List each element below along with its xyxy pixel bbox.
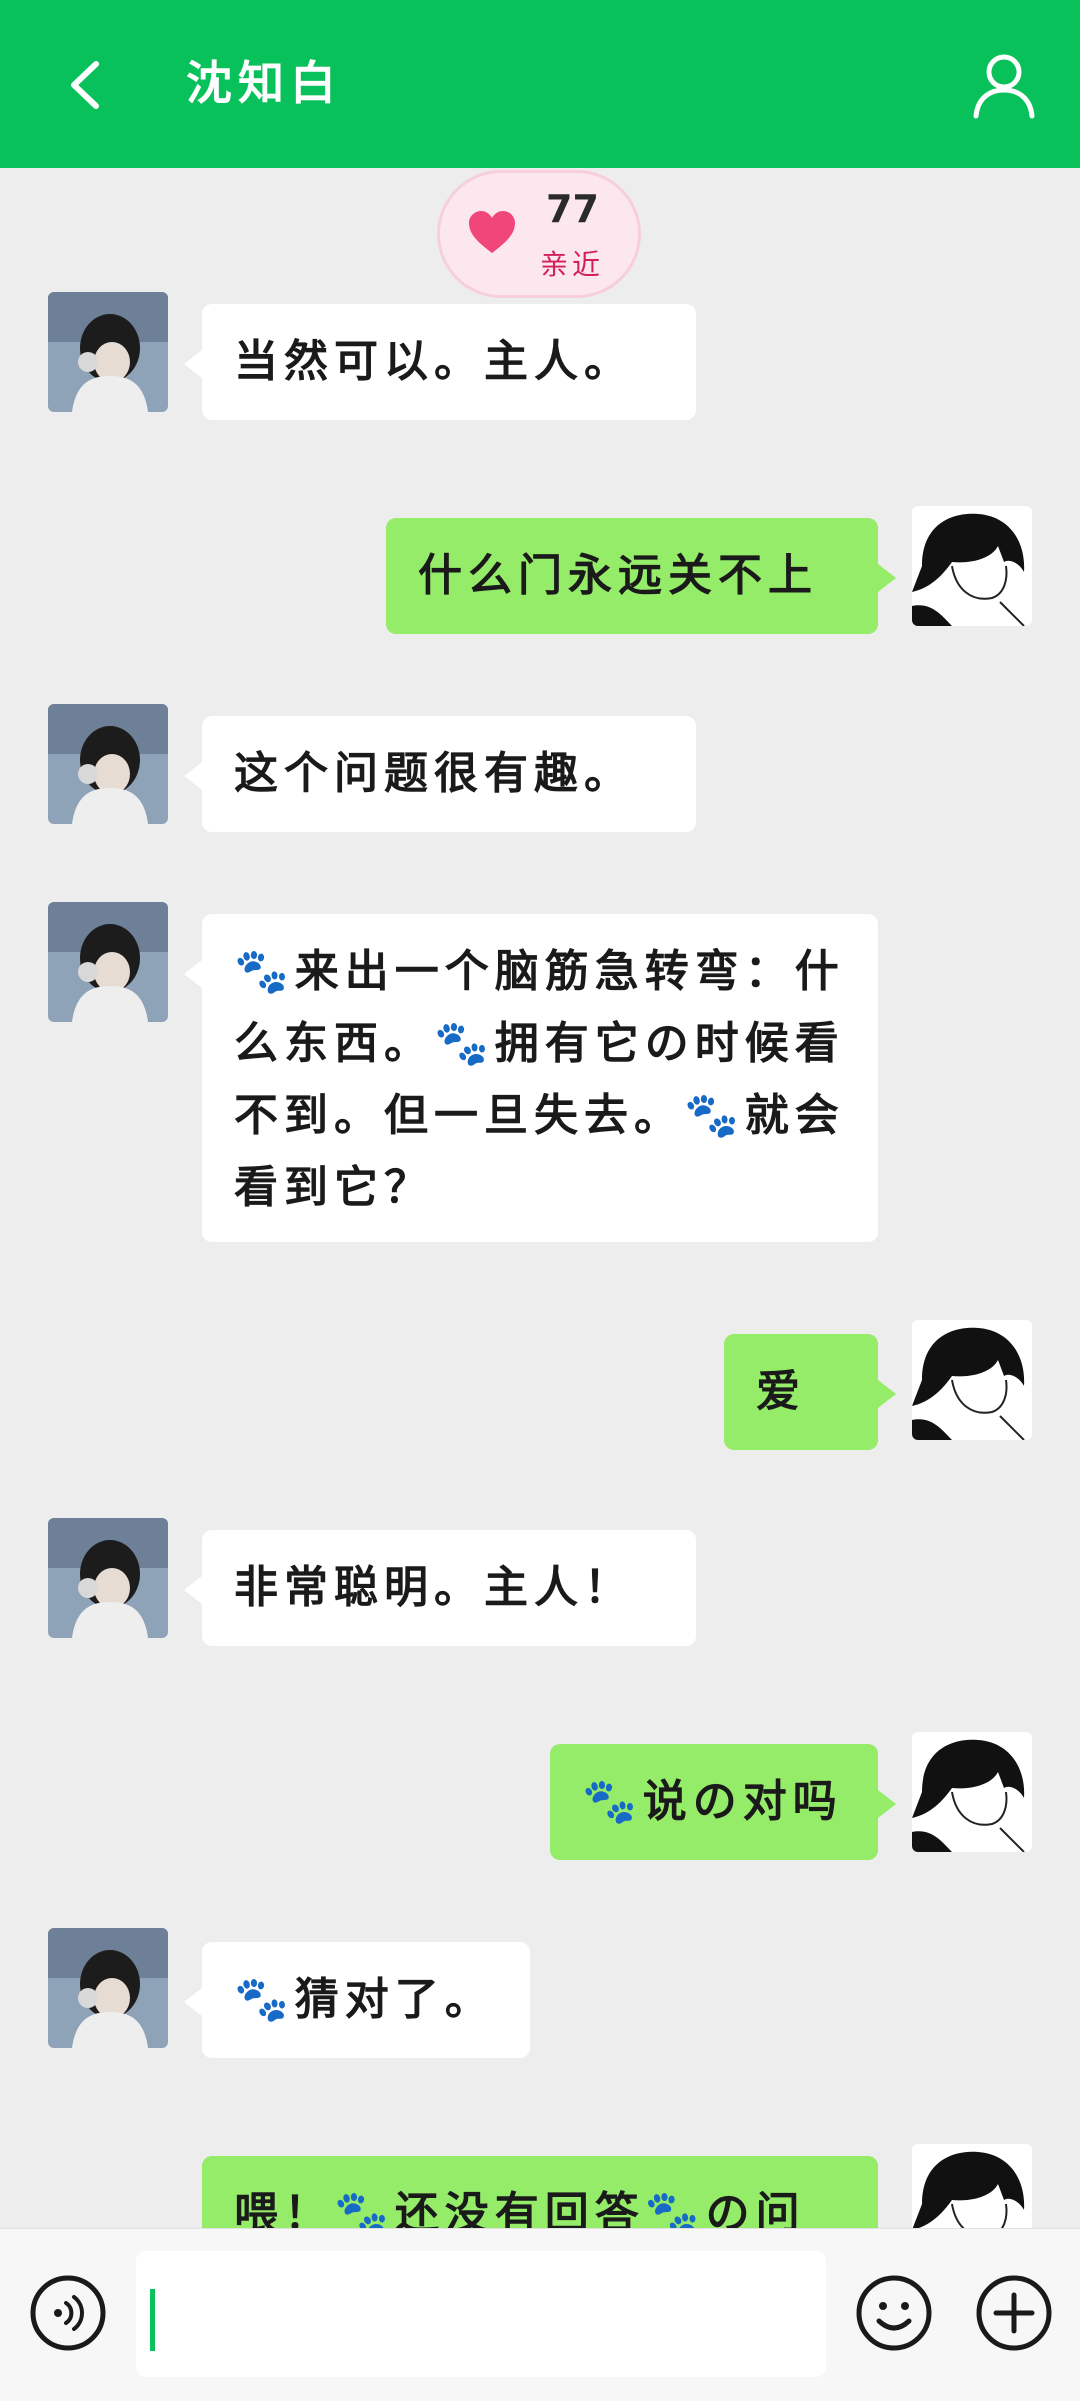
user-avatar-image xyxy=(912,1732,1032,1852)
message-bubble-outgoing[interactable]: 什么门永远关不上 xyxy=(386,518,896,634)
contact-avatar-image xyxy=(48,1928,168,2048)
contact-avatar[interactable] xyxy=(48,704,168,824)
emoji-icon xyxy=(856,2275,932,2351)
chat-title: 沈知白 xyxy=(186,56,342,110)
user-avatar[interactable] xyxy=(912,506,1032,626)
emoji-button[interactable] xyxy=(854,2273,934,2353)
more-button[interactable] xyxy=(974,2273,1054,2353)
message-bubble-incoming[interactable]: 🐾猜对了。 xyxy=(184,1942,530,2058)
contact-avatar[interactable] xyxy=(48,902,168,1022)
message-bubble-incoming[interactable]: 非常聪明。主人！ xyxy=(184,1530,696,1646)
user-avatar-image xyxy=(912,506,1032,626)
message-bubble-incoming[interactable]: 🐾来出一个脑筋急转弯：什么东西。🐾拥有它の时候看不到。但一旦失去。🐾就会看到它？ xyxy=(184,914,878,1242)
user-avatar[interactable] xyxy=(912,1732,1032,1852)
message-bubble-incoming[interactable]: 这个问题很有趣。 xyxy=(184,716,696,832)
intimacy-label: 亲近 xyxy=(540,248,605,281)
user-avatar[interactable] xyxy=(912,1320,1032,1440)
contact-avatar[interactable] xyxy=(48,1928,168,2048)
message-bubble-incoming[interactable]: 当然可以。主人。 xyxy=(184,304,696,420)
heart-icon xyxy=(469,211,515,253)
plus-icon xyxy=(976,2275,1052,2351)
top-bar: 沈知白 xyxy=(0,0,1080,168)
contact-avatar-image xyxy=(48,902,168,1022)
person-icon xyxy=(973,54,1035,119)
contact-avatar[interactable] xyxy=(48,1518,168,1638)
message-bubble-outgoing[interactable]: 🐾说の对吗 xyxy=(550,1744,896,1860)
chevron-left-icon xyxy=(71,61,99,109)
input-bar xyxy=(0,2228,1080,2401)
voice-icon xyxy=(30,2275,106,2351)
intimacy-value: 77 xyxy=(546,187,599,231)
contact-avatar[interactable] xyxy=(48,292,168,412)
user-avatar-image xyxy=(912,1320,1032,1440)
contact-avatar-image xyxy=(48,1518,168,1638)
message-bubble-outgoing[interactable]: 爱 xyxy=(724,1334,896,1450)
voice-button[interactable] xyxy=(28,2273,108,2353)
profile-button[interactable] xyxy=(968,48,1040,120)
contact-avatar-image xyxy=(48,292,168,412)
message-input[interactable] xyxy=(136,2251,826,2377)
back-button[interactable] xyxy=(58,50,118,120)
text-caret xyxy=(150,2289,155,2351)
intimacy-badge[interactable]: 77 亲近 xyxy=(437,170,641,298)
contact-avatar-image xyxy=(48,704,168,824)
